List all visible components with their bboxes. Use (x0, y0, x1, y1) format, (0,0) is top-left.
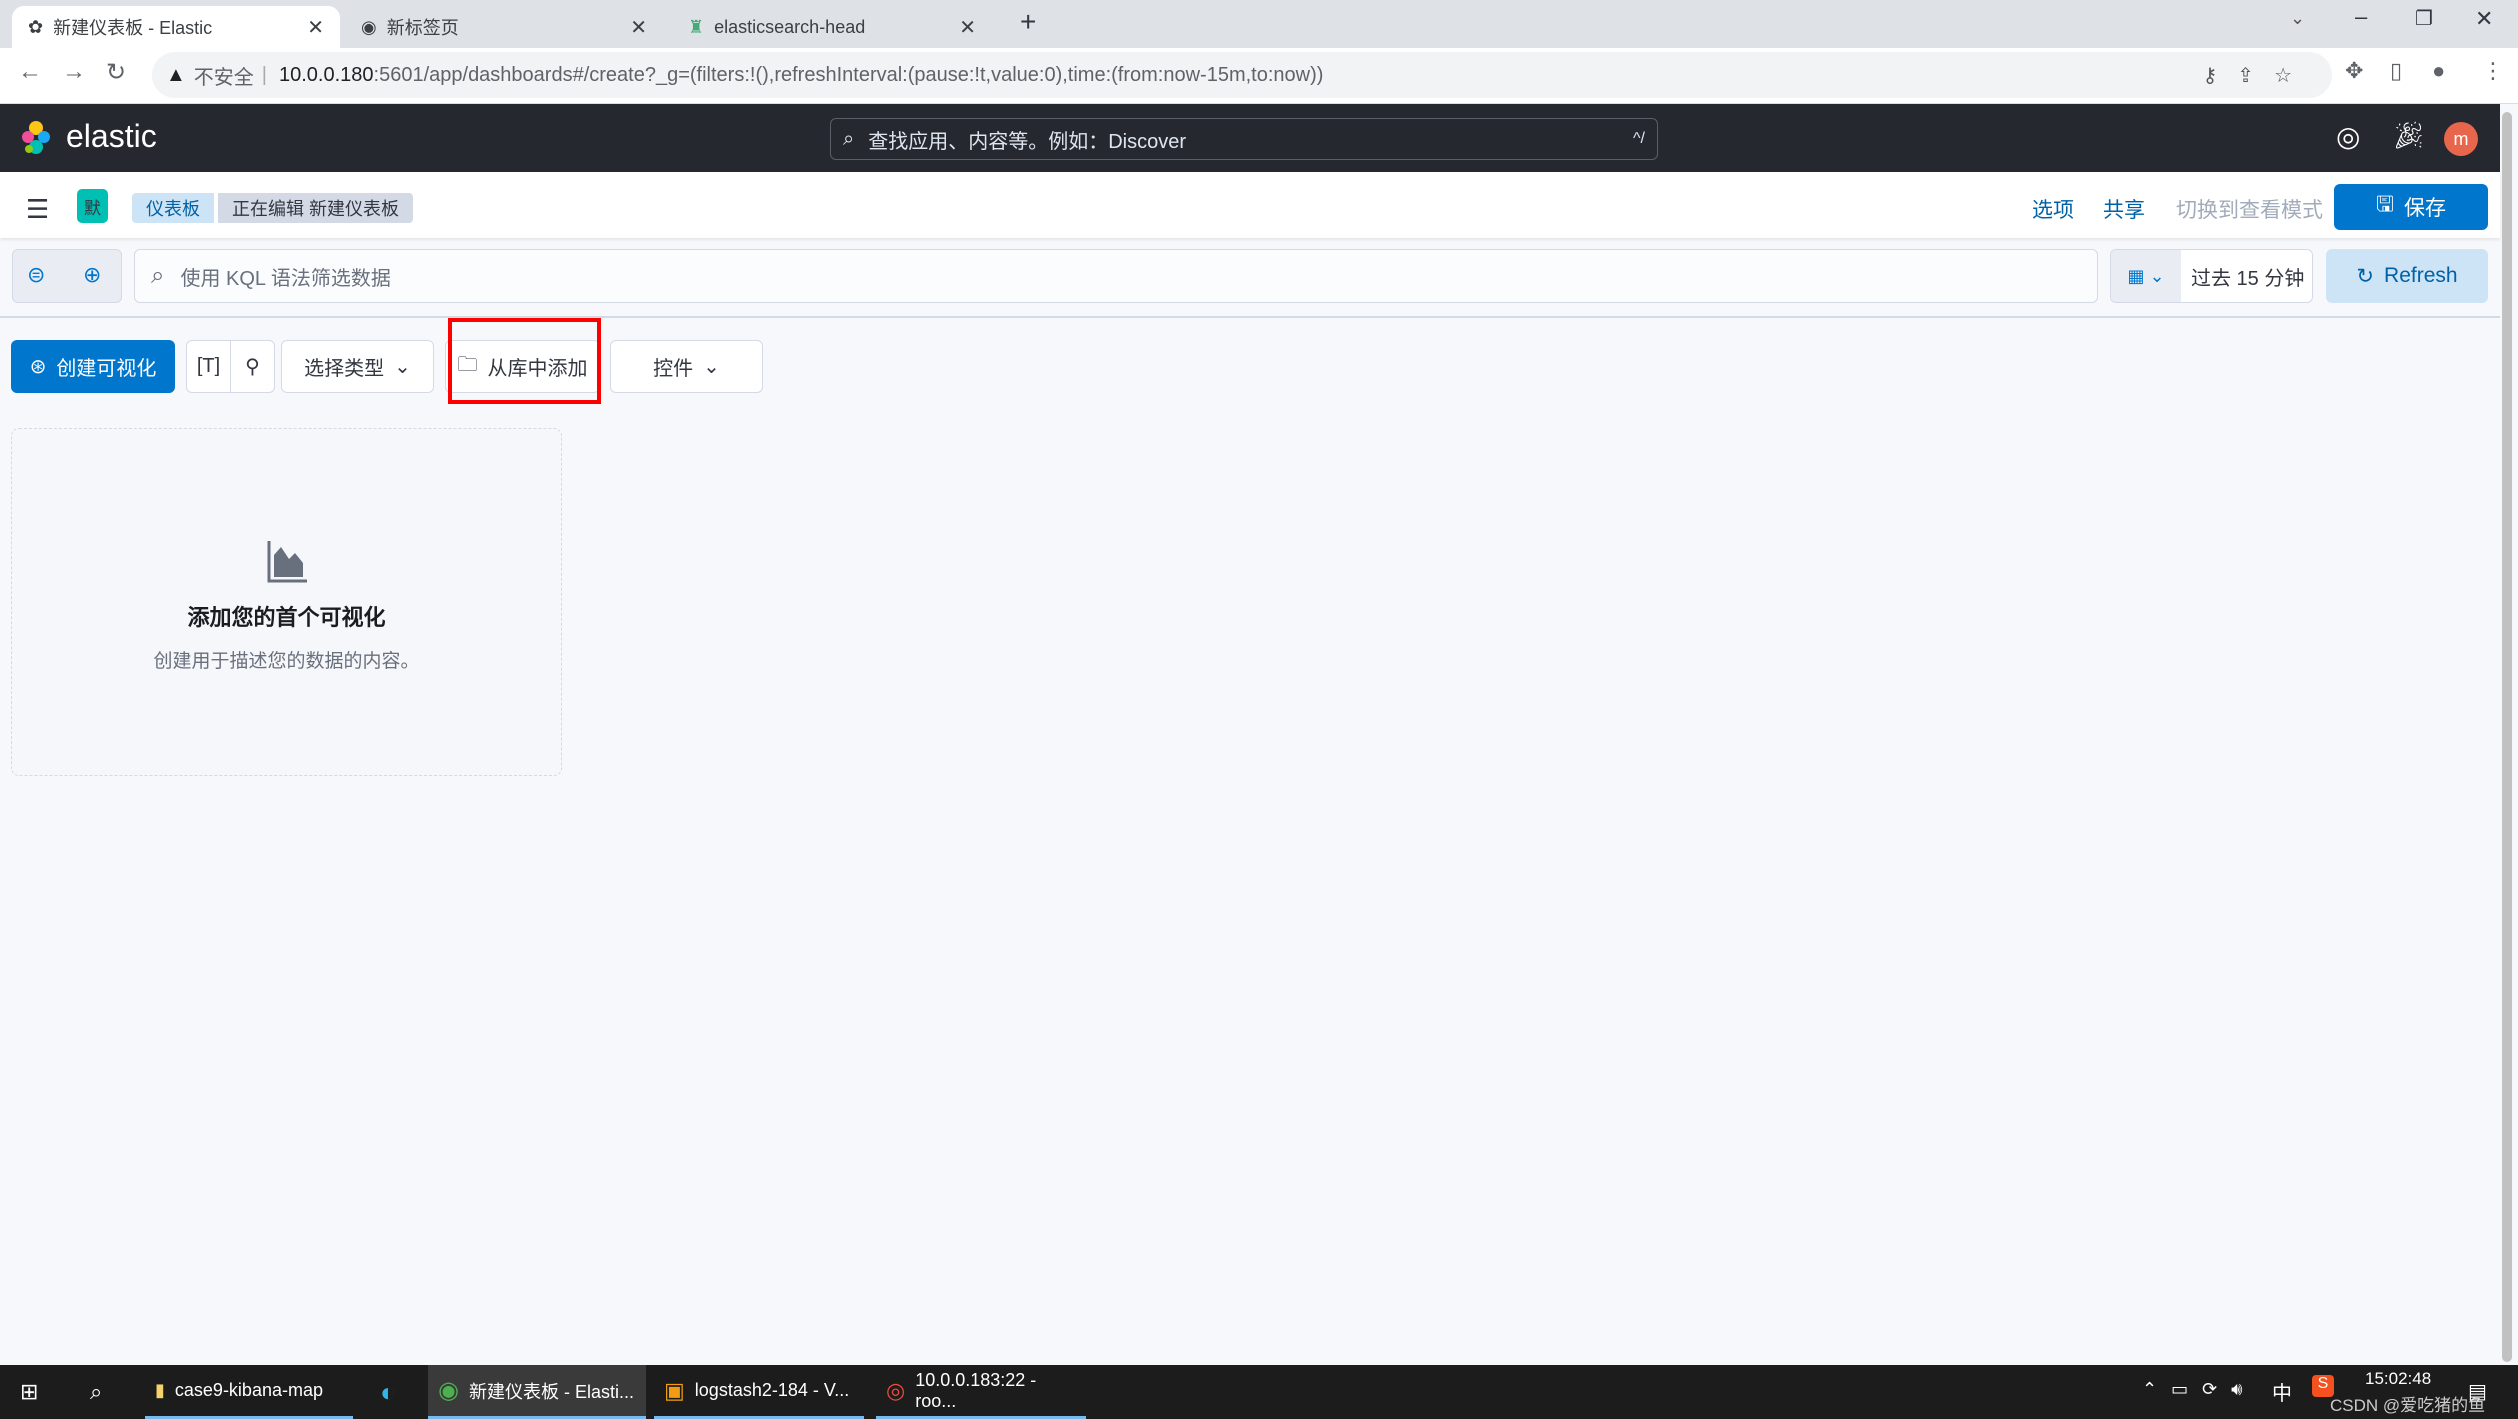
tab-search-icon[interactable]: ⌄ (2290, 8, 2305, 29)
close-tab-icon[interactable]: ✕ (630, 15, 647, 40)
taskbar-item-vmware[interactable]: ▣ logstash2-184 - V... (654, 1365, 864, 1419)
browser-tab-bar: ✿ 新建仪表板 - Elastic ✕ ◉ 新标签页 ✕ ♜ elasticsearch-… (0, 0, 2518, 48)
empty-title: 添加您的首个可视化 (187, 605, 386, 630)
select-type-button[interactable]: 选择类型 ⌄ (281, 340, 434, 393)
close-tab-icon[interactable]: ✕ (307, 15, 324, 40)
page-scrollbar[interactable] (2502, 112, 2512, 1362)
key-share-star-icons[interactable]: ⚷⇪☆ (2203, 63, 2312, 88)
vmware-icon: ▣ (664, 1377, 685, 1403)
search-icon[interactable]: ⌕ (80, 1365, 112, 1419)
tab-newtab[interactable]: ◉ 新标签页 ✕ (345, 6, 663, 48)
highlight-box (448, 318, 601, 404)
help-icon[interactable]: ◎ (2336, 120, 2360, 153)
reload-icon[interactable]: ↻ (106, 58, 126, 87)
visualize-icon: ⊛ (29, 356, 47, 378)
empty-description: 创建用于描述您的数据的内容。 (153, 651, 420, 672)
tray-icons[interactable]: ⌃▭⟳🔊︎ (2142, 1379, 2257, 1400)
url-input[interactable]: ▲ 不安全 | 10.0.0.180:5601/app/dashboards#/… (152, 52, 2332, 98)
elastic-tab-icon: ✿ (28, 16, 44, 37)
refresh-button[interactable]: ↻ Refresh (2326, 249, 2488, 303)
filter-menu-icon[interactable]: ⊜ (27, 262, 45, 288)
side-panel-icon[interactable]: ▯ (2390, 58, 2402, 84)
time-picker[interactable]: ▦ ⌄ 过去 15 分钟 (2110, 249, 2313, 303)
edge-icon[interactable]: ◐ (370, 1365, 406, 1419)
global-search-input[interactable]: ⌕ 查找应用、内容等。例如：Discover ^/ (830, 118, 1658, 160)
elastic-logo-icon[interactable] (20, 120, 52, 156)
add-map-button[interactable]: ⚲ (230, 340, 275, 393)
map-icon: ⚲ (245, 356, 260, 378)
add-text-button[interactable]: [T] (186, 340, 231, 393)
new-tab-button[interactable]: + (1020, 6, 1036, 38)
breadcrumb-dashboards[interactable]: 仪表板 (132, 193, 214, 223)
save-button[interactable]: 🖫 保存 (2334, 184, 2488, 230)
save-icon: 🖫 (2376, 192, 2394, 216)
taskbar-item-ssh[interactable]: ◎ 10.0.0.183:22 - roo... (876, 1365, 1086, 1419)
divider (0, 316, 2500, 318)
close-tab-icon[interactable]: ✕ (959, 15, 976, 40)
refresh-icon: ↻ (2356, 264, 2375, 288)
restore-button[interactable]: ❐ (2415, 6, 2433, 31)
elastic-logo-text[interactable]: elastic (66, 118, 157, 155)
search-icon: ⌕ (843, 127, 855, 150)
start-icon[interactable]: ⊞ (10, 1365, 48, 1419)
search-icon: ⌕ (151, 262, 165, 289)
tab-es-head[interactable]: ♜ elasticsearch-head ✕ (672, 6, 992, 48)
chrome-icon: ◉ (438, 1377, 459, 1404)
windows-taskbar: ⊞ ⌕ ▮ case9-kibana-map ◐ ◉ 新建仪表板 - Elasti.… (0, 1365, 2518, 1419)
forward-icon[interactable]: → (62, 58, 86, 86)
back-icon[interactable]: ← (18, 58, 42, 86)
extensions-icon[interactable]: ✥ (2345, 58, 2363, 84)
hamburger-menu-icon[interactable]: ☰ (26, 194, 49, 225)
taskbar-item-folder[interactable]: ▮ case9-kibana-map (145, 1365, 353, 1419)
tab-kibana[interactable]: ✿ 新建仪表板 - Elastic ✕ (12, 6, 340, 48)
area-chart-icon (12, 541, 561, 588)
newsfeed-icon[interactable]: 🎉︎ (2392, 120, 2425, 151)
kibana-header: elastic ⌕ 查找应用、内容等。例如：Discover ^/ ◎ 🎉︎ m (0, 104, 2500, 172)
chevron-down-icon: ⌄ (394, 356, 411, 378)
ime-indicator[interactable]: 中 (2272, 1377, 2292, 1406)
warning-icon: ▲ (166, 63, 186, 86)
ssh-icon: ◎ (886, 1377, 906, 1403)
space-avatar[interactable]: 默 (77, 189, 108, 223)
profile-icon[interactable]: ● (2432, 58, 2445, 84)
chevron-down-icon: ⌄ (703, 356, 720, 378)
breadcrumb-current: 正在编辑 新建仪表板 (218, 193, 414, 223)
breadcrumb-bar: ☰ 默 仪表板 正在编辑 新建仪表板 选项 共享 切换到查看模式 🖫 保存 (0, 172, 2500, 238)
kql-query-input[interactable]: ⌕ 使用 KQL 语法筛选数据 (134, 249, 2098, 303)
filter-controls: ⊜ ⊕ (12, 249, 122, 303)
empty-dashboard-panel: 添加您的首个可视化 创建用于描述您的数据的内容。 (11, 428, 562, 776)
es-head-icon: ♜ (688, 16, 705, 37)
text-icon: [T] (196, 355, 221, 377)
share-link[interactable]: 共享 (2103, 194, 2145, 224)
watermark: CSDN @爱吃猪的鱼 (2330, 1396, 2486, 1415)
calendar-icon[interactable]: ▦ ⌄ (2111, 250, 2181, 302)
notification-icon[interactable]: ▤ (2468, 1379, 2487, 1404)
view-mode-link[interactable]: 切换到查看模式 (2176, 194, 2323, 224)
taskbar-item-chrome[interactable]: ◉ 新建仪表板 - Elasti... (428, 1365, 646, 1419)
avatar[interactable]: m (2444, 122, 2478, 156)
address-bar-row: ← → ↻ ▲ 不安全 | 10.0.0.180:5601/app/dashbo… (0, 48, 2518, 104)
minimize-button[interactable]: – (2355, 4, 2367, 30)
close-window-button[interactable]: ✕ (2475, 6, 2493, 32)
options-link[interactable]: 选项 (2032, 194, 2074, 224)
add-filter-icon[interactable]: ⊕ (83, 262, 101, 288)
clock[interactable]: 15:02:48 (2365, 1369, 2431, 1389)
folder-icon: ▮ (155, 1380, 165, 1400)
chrome-icon: ◉ (361, 16, 377, 37)
controls-button[interactable]: 控件 ⌄ (610, 340, 763, 393)
divider: | (261, 63, 267, 86)
create-visualization-button[interactable]: ⊛ 创建可视化 (11, 340, 175, 393)
menu-icon[interactable]: ⋮ (2482, 58, 2504, 84)
